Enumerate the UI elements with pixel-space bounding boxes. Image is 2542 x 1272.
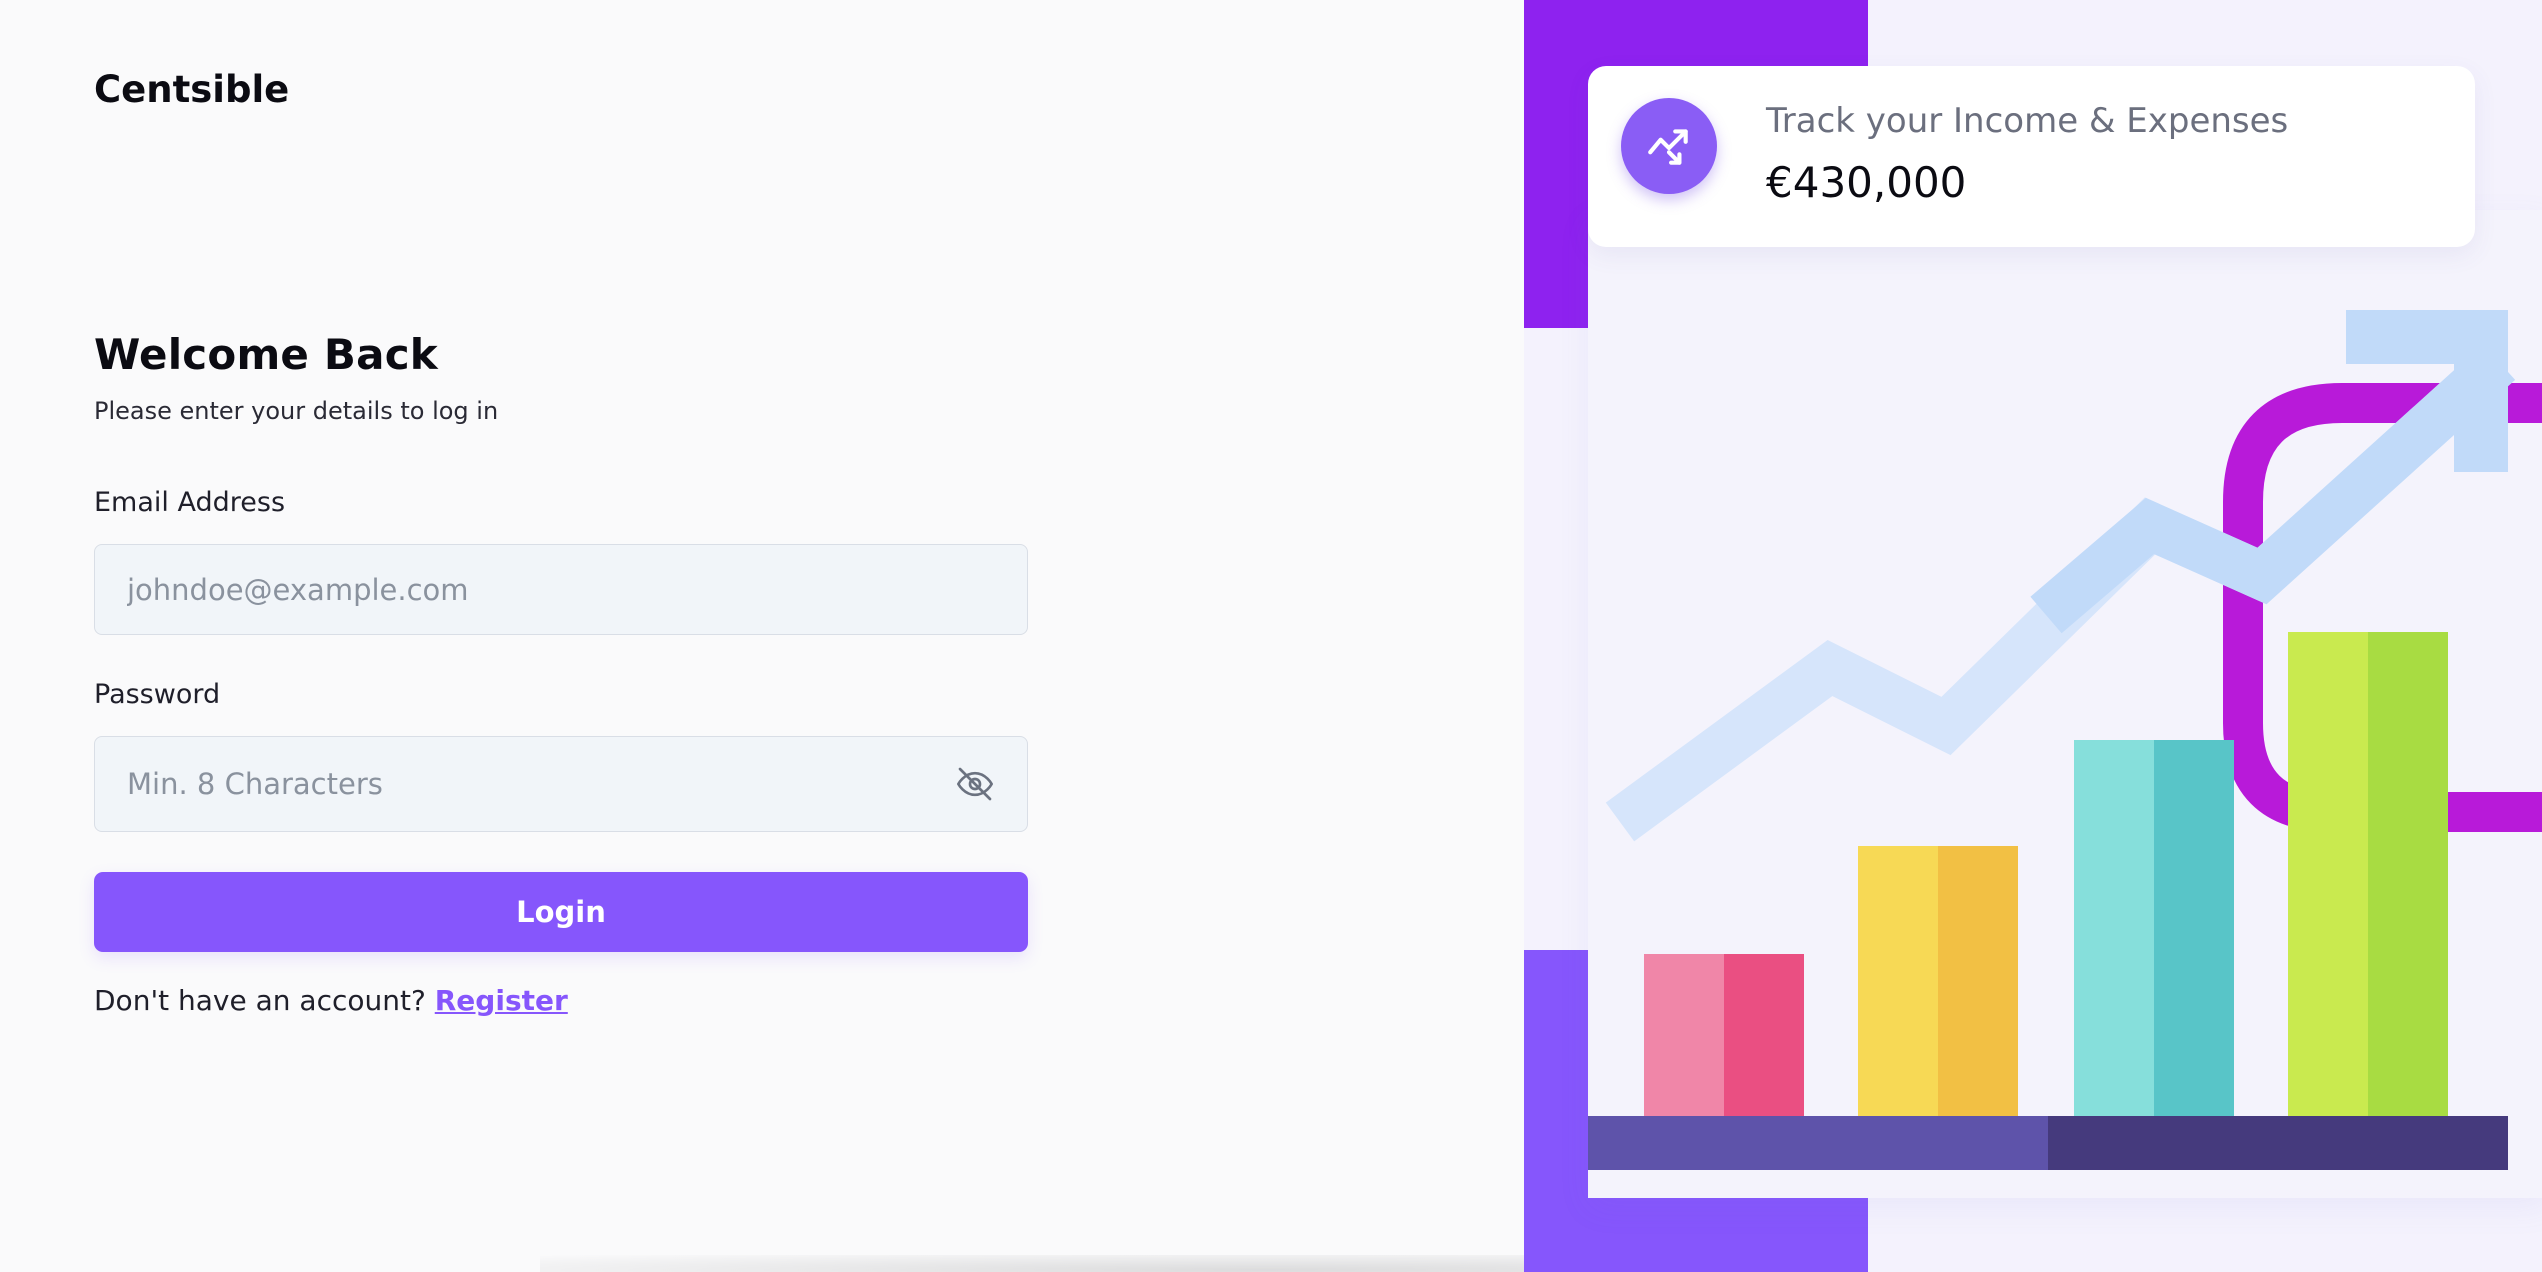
- trending-up-icon: [1621, 98, 1717, 194]
- login-pane: Centsible Welcome Back Please enter your…: [0, 0, 1990, 1272]
- eye-off-icon[interactable]: [953, 762, 997, 806]
- stat-card: Track your Income & Expenses €430,000: [1588, 66, 2475, 247]
- register-prompt: Don't have an account? Register: [94, 984, 1028, 1017]
- email-field-wrapper: [94, 544, 1028, 635]
- password-field[interactable]: [127, 767, 995, 801]
- register-link[interactable]: Register: [435, 984, 568, 1017]
- bar-pink: [1644, 954, 1804, 1116]
- email-field[interactable]: [127, 572, 995, 607]
- app-logo: Centsible: [94, 68, 290, 111]
- login-form: Welcome Back Please enter your details t…: [94, 330, 1028, 1017]
- register-prompt-text: Don't have an account?: [94, 984, 426, 1017]
- page-title: Welcome Back: [94, 330, 438, 379]
- stat-value: €430,000: [1766, 158, 1967, 207]
- page-subtitle: Please enter your details to log in: [94, 397, 499, 425]
- stat-label: Track your Income & Expenses: [1766, 101, 2289, 141]
- bar-lime: [2288, 632, 2448, 1116]
- bar-teal: [2074, 740, 2234, 1116]
- chart-base-right: [2048, 1116, 2508, 1170]
- email-label: Email Address: [94, 487, 286, 518]
- bar-yellow: [1858, 846, 2018, 1116]
- promo-pane: Track your Income & Expenses €430,000: [1524, 0, 2542, 1272]
- login-button[interactable]: Login: [94, 872, 1028, 952]
- password-field-wrapper: [94, 736, 1028, 832]
- chart-base-left: [1588, 1116, 2048, 1170]
- password-label: Password: [94, 679, 221, 710]
